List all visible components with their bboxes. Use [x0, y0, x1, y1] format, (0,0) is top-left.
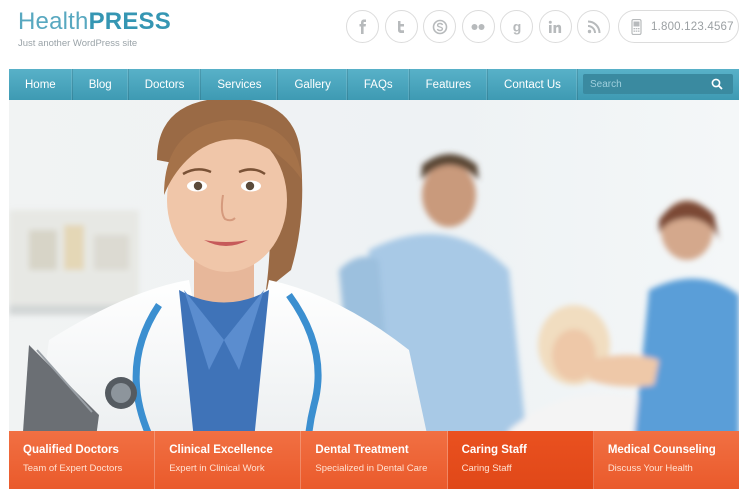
facebook-icon[interactable]	[346, 10, 379, 43]
feature-medical-counseling[interactable]: Medical Counseling Discuss Your Health	[593, 431, 740, 489]
feature-clinical-excellence[interactable]: Clinical Excellence Expert in Clinical W…	[155, 431, 302, 489]
hero-slider-image	[9, 100, 739, 488]
site-tagline: Just another WordPress site	[18, 38, 138, 49]
nav-blog[interactable]: Blog	[73, 69, 129, 100]
search-icon[interactable]	[711, 78, 723, 90]
search-input[interactable]	[583, 78, 703, 90]
feature-title: Caring Staff	[461, 444, 527, 456]
skype-icon[interactable]	[423, 10, 456, 43]
feature-title: Qualified Doctors	[23, 444, 119, 456]
feature-title: Medical Counseling	[607, 444, 716, 456]
nav-features[interactable]: Features	[410, 69, 489, 100]
rss-icon[interactable]	[577, 10, 610, 43]
search-box	[583, 74, 733, 94]
phone-icon	[631, 18, 642, 35]
flickr-icon[interactable]	[461, 10, 495, 43]
main-nav: Home Blog Doctors Services Gallery FAQs …	[9, 69, 739, 100]
feature-subtitle: Discuss Your Health	[607, 463, 693, 474]
feature-qualified-doctors[interactable]: Qualified Doctors Team of Expert Doctors	[9, 431, 156, 489]
nav-contact-us[interactable]: Contact Us	[488, 69, 578, 100]
logo-title: HealthPRESS	[18, 8, 171, 35]
hero-illustration	[9, 100, 739, 488]
nav-home[interactable]: Home	[9, 69, 73, 100]
social-links: g	[346, 10, 616, 43]
nav-services[interactable]: Services	[201, 69, 279, 100]
feature-dental-treatment[interactable]: Dental Treatment Specialized in Dental C…	[301, 431, 448, 489]
feature-bar: Qualified Doctors Team of Expert Doctors…	[9, 431, 740, 489]
feature-subtitle: Expert in Clinical Work	[169, 463, 265, 474]
feature-subtitle: Caring Staff	[461, 463, 512, 474]
nav-faqs[interactable]: FAQs	[348, 69, 410, 100]
feature-subtitle: Team of Expert Doctors	[23, 463, 123, 474]
twitter-icon[interactable]	[384, 10, 418, 43]
nav-doctors[interactable]: Doctors	[129, 69, 202, 100]
phone-number: 1.800.123.4567	[651, 20, 734, 33]
svg-text:g: g	[512, 19, 521, 35]
feature-subtitle: Specialized in Dental Care	[315, 463, 428, 474]
google-icon[interactable]: g	[500, 10, 533, 43]
feature-title: Dental Treatment	[315, 444, 409, 456]
nav-gallery[interactable]: Gallery	[278, 69, 348, 100]
feature-title: Clinical Excellence	[169, 444, 273, 456]
site-logo[interactable]: HealthPRESS Just another WordPress site	[18, 8, 171, 49]
linkedin-icon[interactable]	[538, 10, 572, 43]
phone-box[interactable]: 1.800.123.4567	[618, 10, 739, 43]
feature-caring-staff[interactable]: Caring Staff Caring Staff	[447, 431, 594, 489]
